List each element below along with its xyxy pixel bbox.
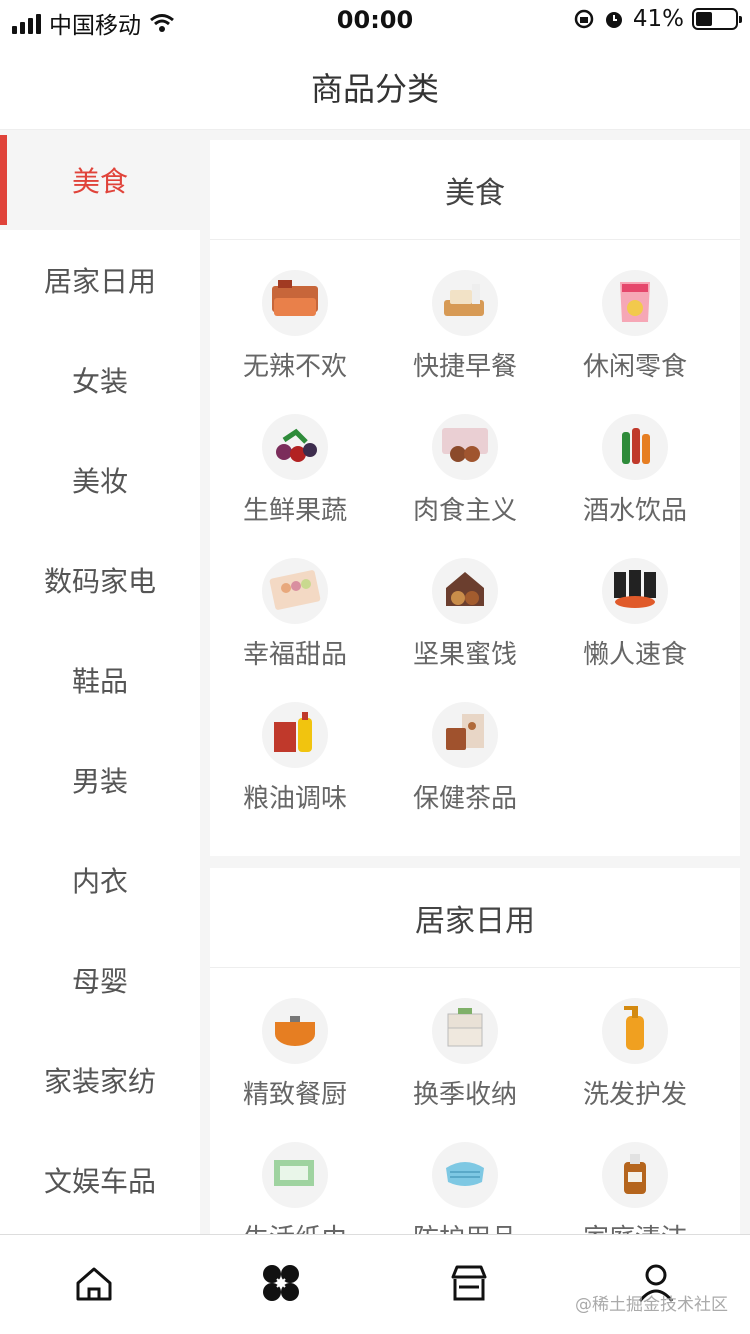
subcategory-item[interactable]: 幸福甜品 bbox=[210, 558, 380, 692]
battery-fill bbox=[696, 12, 712, 26]
tea-box-icon bbox=[432, 702, 498, 768]
tab-bar bbox=[0, 1234, 750, 1334]
subcategory-item[interactable]: 酒水饮品 bbox=[550, 414, 720, 548]
subcategory-item[interactable]: 换季收纳 bbox=[380, 998, 550, 1132]
subcategory-item[interactable]: 洗发护发 bbox=[550, 998, 720, 1132]
subcategory-item[interactable]: 家庭清洁 bbox=[550, 1142, 720, 1234]
subcategory-item[interactable]: 生活纸巾 bbox=[210, 1142, 380, 1234]
status-right: 41% bbox=[573, 6, 742, 32]
sidebar-item[interactable]: 家装家纺 bbox=[0, 1030, 200, 1130]
section-title: 居家日用 bbox=[210, 868, 740, 968]
shampoo-icon bbox=[602, 998, 668, 1064]
oil-rice-icon bbox=[262, 702, 328, 768]
category-sidebar: 美食 居家日用 女装 美妆 数码家电 鞋品 男装 内衣 母婴 家装家纺 文娱车品 bbox=[0, 130, 200, 1234]
sidebar-item[interactable]: 母婴 bbox=[0, 930, 200, 1030]
subcategory-label: 换季收纳 bbox=[412, 1080, 517, 1110]
subcategory-label: 生鲜果蔬 bbox=[242, 496, 347, 526]
subcategory-item[interactable]: 坚果蜜饯 bbox=[380, 558, 550, 692]
page-title: 商品分类 bbox=[310, 70, 439, 108]
subcategory-item[interactable]: 保健茶品 bbox=[380, 702, 550, 836]
tab-category[interactable] bbox=[188, 1235, 376, 1334]
category-section: 居家日用精致餐厨 换季收纳 洗发护发生活纸巾 防护用品 家庭清洁 bbox=[210, 868, 740, 1234]
subcategory-item[interactable]: 粮油调味 bbox=[210, 702, 380, 836]
category-icon bbox=[259, 1261, 303, 1309]
sidebar-item[interactable]: 男装 bbox=[0, 730, 200, 830]
sidebar-item[interactable]: 美妆 bbox=[0, 430, 200, 530]
subcategory-grid: 无辣不欢 快捷早餐 休闲零食生鲜果蔬 肉食主义 酒水饮品幸福甜品 坚果蜜饯 懒人速食粮油调味… bbox=[210, 240, 740, 836]
section-title: 美食 bbox=[210, 140, 740, 240]
subcategory-grid: 精致餐厨 换季收纳 洗发护发生活纸巾 防护用品 家庭清洁 bbox=[210, 968, 740, 1234]
alarm-icon bbox=[605, 12, 622, 28]
sidebar-item[interactable]: 鞋品 bbox=[0, 630, 200, 730]
bottles-icon bbox=[602, 414, 668, 480]
nav-bar: 商品分类 bbox=[0, 42, 750, 130]
watermark: @稀土掘金技术社区 bbox=[575, 1295, 728, 1315]
subcategory-item[interactable]: 防护用品 bbox=[380, 1142, 550, 1234]
battery-icon bbox=[692, 8, 742, 30]
subcategory-label: 坚果蜜饯 bbox=[412, 640, 517, 670]
subcategory-item[interactable]: 肉食主义 bbox=[380, 414, 550, 548]
tab-profile[interactable] bbox=[563, 1235, 750, 1334]
subcategory-item[interactable]: 生鲜果蔬 bbox=[210, 414, 380, 548]
sidebar-item[interactable]: 女装 bbox=[0, 330, 200, 430]
fruit-icon bbox=[262, 414, 328, 480]
subcategory-label: 家庭清洁 bbox=[583, 1218, 687, 1234]
instant-noodle-icon bbox=[602, 558, 668, 624]
subcategory-item[interactable]: 休闲零食 bbox=[550, 270, 720, 404]
macaron-box-icon bbox=[262, 558, 328, 624]
sidebar-item[interactable]: 美食 bbox=[0, 130, 200, 230]
status-bar: 中国移动 00:00 41% bbox=[0, 0, 750, 42]
subcategory-label: 肉食主义 bbox=[412, 496, 517, 526]
subcategory-label: 无辣不欢 bbox=[242, 352, 347, 382]
sidebar-item[interactable]: 文娱车品 bbox=[0, 1130, 200, 1230]
subcategory-label: 防护用品 bbox=[413, 1218, 517, 1234]
disinfectant-icon bbox=[602, 1142, 668, 1208]
sidebar-item[interactable]: 内衣 bbox=[0, 830, 200, 930]
sidebar-item[interactable]: 居家日用 bbox=[0, 230, 200, 330]
tab-shop[interactable] bbox=[375, 1235, 563, 1334]
store-icon bbox=[447, 1261, 491, 1309]
subcategory-label: 酒水饮品 bbox=[582, 496, 687, 526]
pot-icon bbox=[262, 998, 328, 1064]
category-section: 美食无辣不欢 快捷早餐 休闲零食生鲜果蔬 肉食主义 酒水饮品幸福甜品 坚果蜜饯 懒人速食粮油… bbox=[210, 140, 740, 856]
subcategory-label: 懒人速食 bbox=[582, 640, 687, 670]
storage-box-icon bbox=[432, 998, 498, 1064]
category-content: 美食无辣不欢 快捷早餐 休闲零食生鲜果蔬 肉食主义 酒水饮品幸福甜品 坚果蜜饯 懒人速食粮油… bbox=[200, 130, 750, 1234]
subcategory-label: 保健茶品 bbox=[412, 784, 517, 814]
subcategory-item[interactable]: 无辣不欢 bbox=[210, 270, 380, 404]
tab-home[interactable] bbox=[0, 1235, 188, 1334]
subcategory-label: 休闲零食 bbox=[582, 352, 687, 382]
rotation-lock-icon bbox=[574, 9, 594, 29]
sidebar-item[interactable]: 数码家电 bbox=[0, 530, 200, 630]
subcategory-label: 精致餐厨 bbox=[242, 1080, 347, 1110]
subcategory-item[interactable]: 懒人速食 bbox=[550, 558, 720, 692]
subcategory-label: 洗发护发 bbox=[582, 1080, 687, 1110]
spicy-snack-icon bbox=[262, 270, 328, 336]
subcategory-label: 幸福甜品 bbox=[242, 640, 347, 670]
meat-icon bbox=[432, 414, 498, 480]
bread-icon bbox=[432, 270, 498, 336]
mask-icon bbox=[432, 1142, 498, 1208]
subcategory-label: 生活纸巾 bbox=[243, 1218, 347, 1234]
subcategory-item[interactable]: 快捷早餐 bbox=[380, 270, 550, 404]
tissue-icon bbox=[262, 1142, 328, 1208]
subcategory-item[interactable]: 精致餐厨 bbox=[210, 998, 380, 1132]
battery-percent: 41% bbox=[632, 6, 684, 32]
subcategory-label: 快捷早餐 bbox=[412, 352, 517, 382]
subcategory-label: 粮油调味 bbox=[242, 784, 347, 814]
nuts-icon bbox=[432, 558, 498, 624]
home-icon bbox=[72, 1261, 116, 1309]
chips-bag-icon bbox=[602, 270, 668, 336]
